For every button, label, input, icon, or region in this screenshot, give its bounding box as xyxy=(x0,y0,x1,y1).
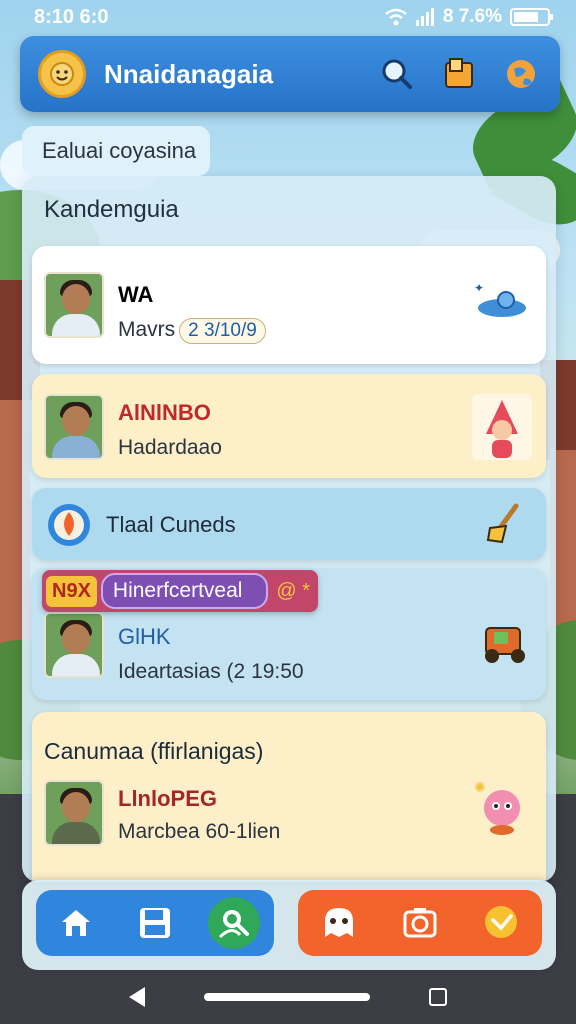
submarine-icon: ✦ xyxy=(472,281,532,333)
notification-banner[interactable]: N9X Hinerfcertveal @ * xyxy=(42,570,318,612)
camera-icon[interactable] xyxy=(394,897,446,949)
search-icon[interactable] xyxy=(376,53,418,95)
recents-icon[interactable] xyxy=(428,988,447,1006)
back-icon[interactable] xyxy=(129,987,146,1007)
card-subtitle: Marcbea 60-1lien xyxy=(118,820,281,843)
status-bar: 8:10 6:0 8 7.6% xyxy=(0,0,576,34)
badge-code: N9X xyxy=(46,575,97,607)
list-item[interactable]: WA Mavrs 2 3/10/9 ✦ xyxy=(32,246,546,364)
home-pill[interactable] xyxy=(203,993,370,1001)
avatar xyxy=(44,394,104,460)
card-subtitle: Ideartasias (2 19:50 xyxy=(118,660,304,683)
section-heading: Canumaa (ffirlanigas) xyxy=(44,738,264,764)
wifi-icon xyxy=(385,8,407,26)
nav-group-right xyxy=(298,890,542,956)
section-chip[interactable]: Ealuai coyasina xyxy=(22,126,210,176)
ghost-icon[interactable] xyxy=(313,897,365,949)
avatar xyxy=(44,612,104,678)
badge-icon: @ * xyxy=(276,579,310,602)
sun-logo-icon[interactable] xyxy=(38,50,86,98)
girl-character-icon xyxy=(472,394,532,465)
card-title: WA xyxy=(118,282,154,307)
section-card: Canumaa (ffirlanigas) LlnloPEG Marcbea 6… xyxy=(32,712,546,880)
card-subtitle: Mavrs 2 3/10/9 xyxy=(118,318,266,344)
avatar xyxy=(44,780,104,846)
battery-percent: 8 7.6% xyxy=(442,6,502,27)
fire-circle-icon xyxy=(46,502,92,553)
cute-creature-icon: ✺ xyxy=(472,778,532,845)
badge-text: Hinerfcertveal xyxy=(100,573,269,609)
card-title: AlNlNBO xyxy=(118,400,211,425)
battery-icon xyxy=(510,8,553,26)
app-bar: Nnaidanagaia xyxy=(20,36,560,112)
globe-icon[interactable] xyxy=(500,53,542,95)
main-panel: Kandemguia WA Mavrs 2 3/10/9 ✦ AlNlNBO Ha… xyxy=(22,176,556,882)
svg-text:✺: ✺ xyxy=(474,779,486,795)
card-subtitle: Hadardaao xyxy=(118,436,222,459)
status-time: 8:10 6:0 xyxy=(34,5,109,28)
system-nav-bar xyxy=(0,970,576,1024)
signal-icon xyxy=(415,8,434,26)
home-icon[interactable] xyxy=(50,897,102,949)
nav-group-left xyxy=(36,890,274,956)
avatar xyxy=(44,272,104,338)
svg-text:✦: ✦ xyxy=(474,282,484,295)
broom-icon xyxy=(484,502,524,551)
list-item[interactable]: AlNlNBO Hadardaao xyxy=(32,374,546,478)
date-pill: 2 3/10/9 xyxy=(179,318,266,344)
status-indicators: 8 7.6% xyxy=(385,6,553,28)
card-title: Tlaal Cuneds xyxy=(106,512,236,537)
bottom-nav xyxy=(22,880,556,970)
list-item[interactable]: Tlaal Cuneds xyxy=(32,488,546,560)
tractor-icon xyxy=(478,618,532,671)
panel-heading: Kandemguia xyxy=(44,196,179,223)
app-title: Nnaidanagaia xyxy=(104,58,274,89)
chat-bubble-icon[interactable] xyxy=(475,897,527,949)
card-title: LlnloPEG xyxy=(118,786,217,811)
card-subtitle-text: Mavrs xyxy=(118,318,176,341)
save-icon[interactable] xyxy=(129,897,181,949)
search-user-icon[interactable] xyxy=(208,897,261,949)
card-title: GlHK xyxy=(118,624,171,649)
folder-icon[interactable] xyxy=(438,53,480,95)
